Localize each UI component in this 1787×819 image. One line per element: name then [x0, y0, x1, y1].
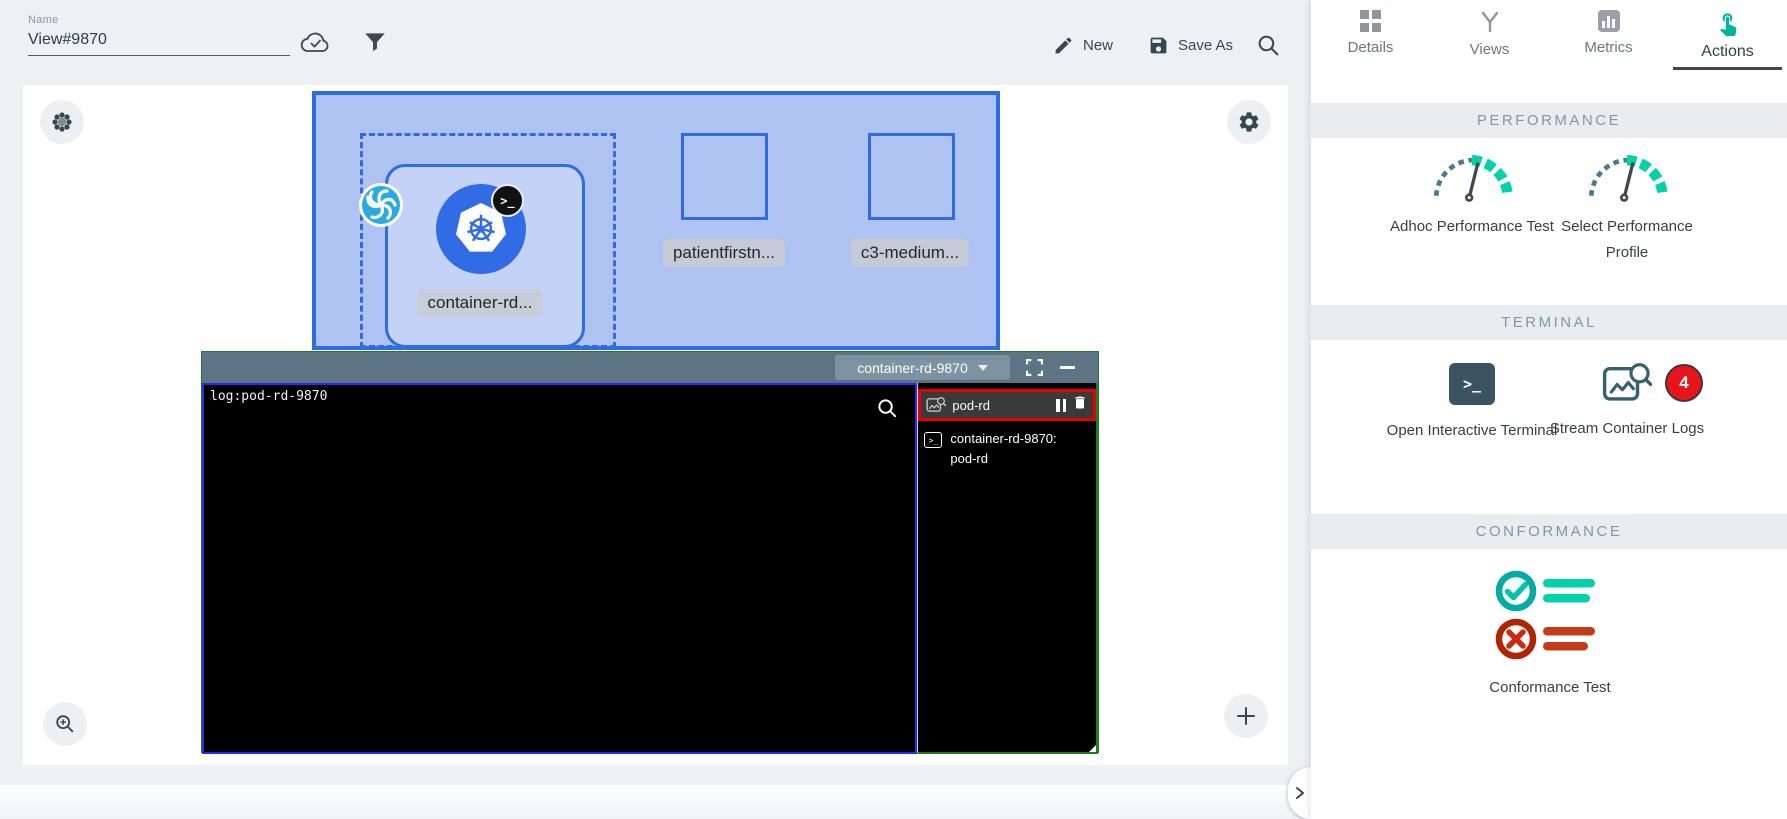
gauge-icon [1433, 154, 1513, 202]
stream-list-panel: pod-rd >_ container-rd-9870:pod-rd [917, 383, 1098, 754]
terminal-session-item[interactable]: >_ container-rd-9870:pod-rd [924, 429, 1092, 469]
stream-logs-icon [926, 397, 947, 412]
stream-row-selected[interactable]: pod-rd [918, 389, 1096, 421]
terminal-header[interactable]: container-rd-9870 [202, 352, 1098, 383]
name-field-label: Name [28, 14, 59, 26]
pause-icon [1056, 398, 1060, 412]
log-search-icon [878, 399, 897, 418]
terminal-body: log:pod-rd-9870 pod-rd >_ container-rd-9… [202, 383, 1098, 754]
terminal-icon: >_ [1449, 363, 1495, 405]
cloud-sync-icon[interactable] [299, 30, 331, 61]
conformance-test-action[interactable]: Conformance Test [1461, 565, 1639, 701]
canvas-margin [0, 765, 1311, 785]
select-performance-profile-action[interactable]: Select Performance Profile [1538, 148, 1716, 266]
sidebar-tabs: Details Views Metrics Actions [1311, 0, 1787, 72]
footer: Built with by the Layer5 Community [0, 785, 1311, 819]
flower-icon [52, 112, 72, 132]
search-button[interactable] [1256, 33, 1281, 63]
tab-metrics-label: Metrics [1584, 39, 1633, 56]
pencil-icon [1055, 37, 1072, 54]
fullscreen-icon [1026, 359, 1043, 376]
chevron-right-icon [1295, 787, 1304, 799]
funnel-glyph [365, 33, 385, 52]
volume-node-2-label[interactable]: c3-medium... [850, 239, 970, 267]
tab-details-label: Details [1347, 39, 1394, 56]
chevron-down-icon [977, 364, 988, 371]
terminal-panel: container-rd-9870 log:pod-rd-9870 pod-rd… [201, 351, 1099, 754]
stream-container-logs-label: Stream Container Logs [1549, 420, 1705, 437]
performance-section-header: PERFORMANCE [1311, 103, 1787, 138]
log-stream-count-badge[interactable]: 4 [1665, 364, 1703, 402]
save-as-button[interactable]: Save As [1148, 35, 1233, 56]
views-icon [1481, 11, 1498, 33]
deployment-group-node[interactable]: >_ container-rd... patientfirstn... c3-m… [312, 91, 1000, 350]
terminal-section-header: TERMINAL [1311, 305, 1787, 340]
search-icon [1258, 35, 1279, 56]
volume-node-1[interactable] [681, 133, 768, 220]
details-sidebar: Details Views Metrics Actions PERFORMANC… [1311, 0, 1787, 819]
touch-action-icon [1719, 13, 1736, 36]
stream-row-label: pod-rd [952, 397, 990, 413]
pause-stream-button[interactable] [1056, 398, 1066, 412]
terminal-attached-badge[interactable]: >_ [491, 184, 524, 217]
container-select-dropdown[interactable]: container-rd-9870 [835, 355, 1010, 380]
plus-icon [1237, 707, 1255, 725]
terminal-session-icon: >_ [924, 432, 943, 448]
tab-metrics[interactable]: Metrics [1549, 0, 1668, 72]
view-name-field: Name [28, 14, 290, 56]
terminal-session-label: container-rd-9870:pod-rd [950, 431, 1057, 466]
metrics-icon [1597, 10, 1620, 32]
container-node-label[interactable]: container-rd... [417, 289, 543, 317]
open-interactive-terminal-action[interactable]: >_ Open Interactive Terminal [1383, 363, 1561, 444]
volume-node-2[interactable] [868, 133, 955, 220]
new-button-label: New [1083, 37, 1114, 54]
settings-button[interactable] [1227, 100, 1271, 144]
container-select-value: container-rd-9870 [857, 359, 968, 376]
tab-actions[interactable]: Actions [1668, 0, 1787, 72]
cloud-check-glyph [300, 32, 329, 52]
workspace-area: Name New Save As [0, 0, 1311, 819]
new-button[interactable]: New [1053, 35, 1113, 56]
zoom-in-icon [56, 715, 74, 733]
terminal-icon-glyph: >_ [1462, 375, 1482, 393]
tab-actions-label: Actions [1701, 43, 1754, 60]
tab-views[interactable]: Views [1430, 0, 1549, 72]
trash-icon [1075, 396, 1085, 409]
layout-button[interactable] [40, 100, 84, 144]
gauge-icon [1588, 154, 1668, 202]
add-node-button[interactable] [1224, 694, 1268, 738]
save-icon [1150, 37, 1167, 54]
log-line: log:pod-rd-9870 [210, 389, 328, 404]
name-input[interactable] [28, 26, 290, 56]
terminal-badge-glyph: >_ [500, 193, 515, 208]
tab-details[interactable]: Details [1311, 0, 1430, 72]
conformance-section-header: CONFORMANCE [1311, 514, 1787, 549]
volume-node-1-label[interactable]: patientfirstn... [662, 239, 786, 267]
adhoc-performance-test-label: Adhoc Performance Test [1390, 218, 1554, 235]
filter-icon[interactable] [362, 28, 388, 61]
tab-views-label: Views [1469, 41, 1510, 58]
spin-icon[interactable] [358, 182, 404, 228]
zoom-in-button[interactable] [43, 702, 87, 746]
conformance-checklist-icon [1495, 570, 1595, 660]
log-search-button[interactable] [876, 397, 899, 425]
spiral-glyph [359, 183, 403, 227]
log-output-area[interactable]: log:pod-rd-9870 [202, 383, 918, 754]
gear-icon [1239, 112, 1259, 132]
save-as-button-label: Save As [1178, 37, 1234, 54]
pause-icon [1062, 398, 1066, 412]
resize-handle[interactable] [1089, 745, 1096, 752]
delete-stream-button[interactable] [1072, 394, 1088, 416]
conformance-test-label: Conformance Test [1489, 679, 1611, 696]
adhoc-performance-test-action[interactable]: Adhoc Performance Test [1383, 148, 1561, 240]
log-stream-count: 4 [1679, 373, 1689, 392]
fullscreen-button[interactable] [1026, 359, 1043, 381]
open-interactive-terminal-label: Open Interactive Terminal [1386, 422, 1558, 439]
minus-icon [1060, 366, 1075, 369]
stream-logs-icon [1602, 363, 1652, 401]
grid-icon [1359, 10, 1382, 32]
select-performance-profile-label: Select Performance Profile [1561, 218, 1693, 261]
minimize-button[interactable] [1060, 366, 1075, 369]
design-canvas[interactable]: >_ container-rd... patientfirstn... c3-m… [23, 85, 1288, 765]
